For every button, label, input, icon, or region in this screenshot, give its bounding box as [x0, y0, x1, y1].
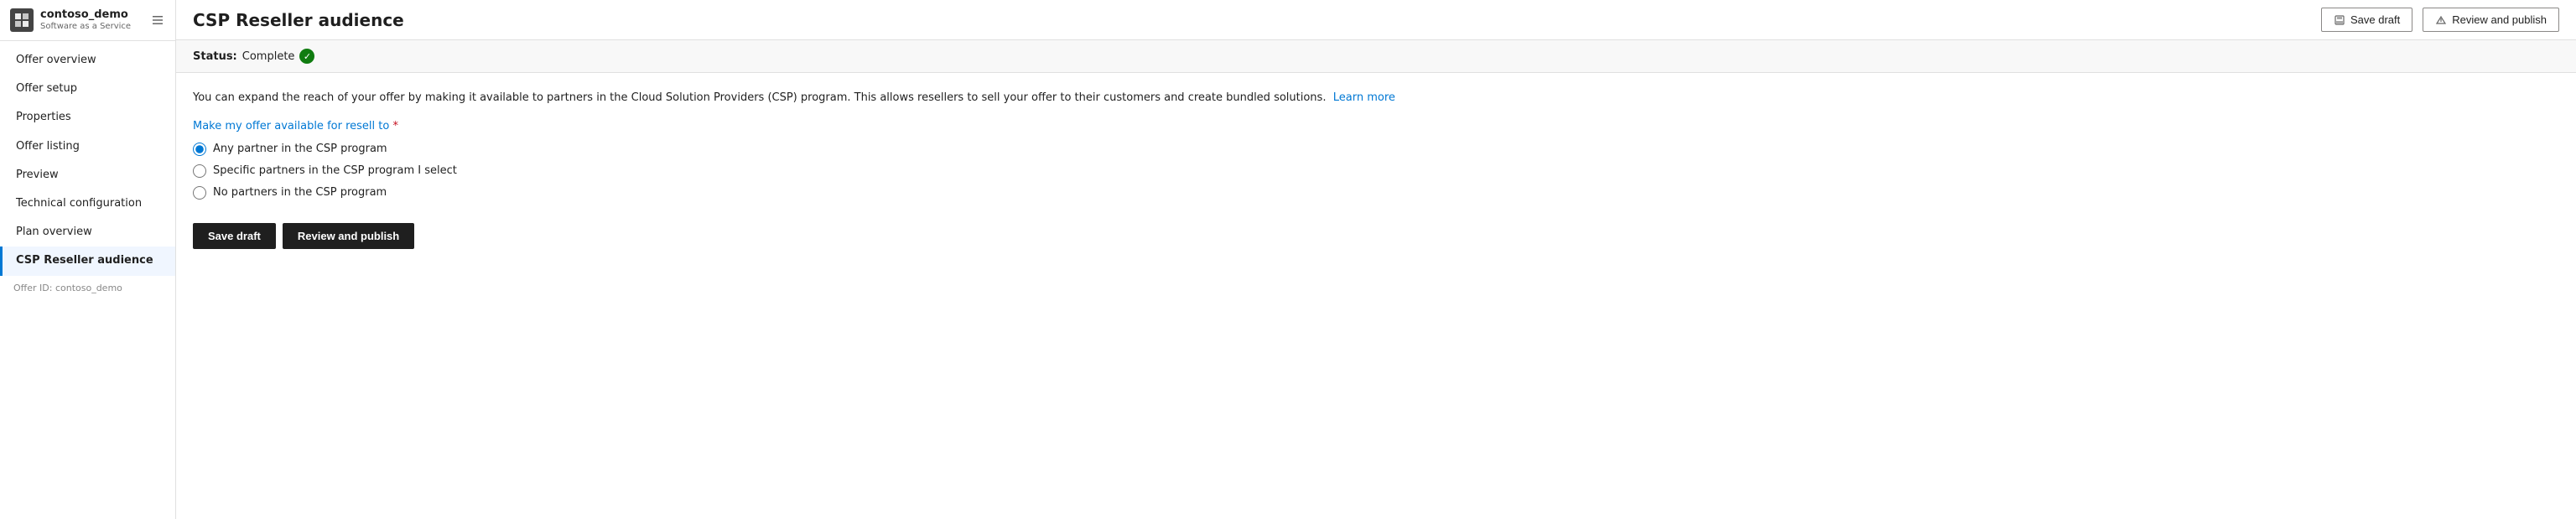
radio-any-partner[interactable] — [193, 143, 206, 156]
topbar: CSP Reseller audience Save draft Review … — [176, 0, 2576, 40]
description-text: You can expand the reach of your offer b… — [193, 90, 2559, 106]
publish-icon — [2435, 14, 2447, 26]
radio-no-partners[interactable] — [193, 186, 206, 200]
sidebar-item-offer-listing[interactable]: Offer listing — [0, 132, 175, 161]
sidebar-item-technical-configuration[interactable]: Technical configuration — [0, 189, 175, 218]
review-publish-button-top[interactable]: Review and publish — [2423, 8, 2559, 32]
radio-option-specific-partners[interactable]: Specific partners in the CSP program I s… — [193, 164, 2559, 178]
sidebar-item-label: Properties — [16, 111, 71, 123]
action-buttons: Save draft Review and publish — [193, 223, 2559, 249]
radio-no-partners-label: No partners in the CSP program — [213, 186, 387, 199]
sidebar-item-offer-setup[interactable]: Offer setup — [0, 75, 175, 103]
sidebar-item-label: Offer listing — [16, 140, 80, 153]
status-bar: Status: Complete ✓ — [176, 40, 2576, 73]
sidebar-item-label: Offer overview — [16, 54, 96, 66]
sidebar-item-label: Technical configuration — [16, 197, 142, 210]
app-logo-icon — [10, 8, 34, 32]
save-draft-label-top: Save draft — [2350, 13, 2400, 26]
page-title: CSP Reseller audience — [193, 10, 404, 30]
content-body: You can expand the reach of your offer b… — [176, 73, 2576, 266]
sidebar-item-offer-overview[interactable]: Offer overview — [0, 46, 175, 75]
sidebar-item-plan-overview[interactable]: Plan overview — [0, 218, 175, 247]
radio-group: Any partner in the CSP program Specific … — [193, 143, 2559, 200]
sidebar-header: contoso_demo Software as a Service — [0, 0, 175, 41]
status-check-icon: ✓ — [299, 49, 314, 64]
sidebar-item-label: CSP Reseller audience — [16, 254, 153, 267]
app-name: contoso_demo — [40, 8, 131, 22]
status-label: Status: — [193, 50, 237, 63]
sidebar-item-csp-reseller-audience[interactable]: CSP Reseller audience — [0, 247, 175, 275]
sidebar-nav: Offer overview Offer setup Properties Of… — [0, 41, 175, 519]
resell-label-text: Make my offer available for resell to — [193, 120, 389, 132]
status-value: Complete — [242, 50, 295, 63]
save-icon — [2334, 14, 2345, 26]
required-asterisk: * — [392, 120, 398, 132]
radio-specific-partners-label: Specific partners in the CSP program I s… — [213, 164, 457, 177]
main-content: CSP Reseller audience Save draft Review … — [176, 0, 2576, 519]
radio-any-partner-label: Any partner in the CSP program — [213, 143, 387, 155]
learn-more-link[interactable]: Learn more — [1333, 91, 1395, 104]
sidebar-item-label: Offer setup — [16, 82, 77, 95]
sidebar-collapse-button[interactable] — [150, 13, 165, 28]
resell-label: Make my offer available for resell to * — [193, 120, 2559, 132]
sidebar-item-properties[interactable]: Properties — [0, 103, 175, 132]
review-publish-label-top: Review and publish — [2452, 13, 2547, 26]
topbar-actions: Save draft Review and publish — [2321, 8, 2559, 32]
radio-option-no-partners[interactable]: No partners in the CSP program — [193, 186, 2559, 200]
sidebar-item-label: Preview — [16, 169, 59, 181]
sidebar-offer-id: Offer ID: contoso_demo — [0, 276, 175, 300]
review-publish-button[interactable]: Review and publish — [283, 223, 414, 249]
sidebar: contoso_demo Software as a Service Offer… — [0, 0, 176, 519]
content-area: Status: Complete ✓ You can expand the re… — [176, 40, 2576, 519]
sidebar-item-preview[interactable]: Preview — [0, 161, 175, 189]
radio-specific-partners[interactable] — [193, 164, 206, 178]
description-content: You can expand the reach of your offer b… — [193, 91, 1326, 104]
sidebar-item-label: Plan overview — [16, 226, 92, 238]
save-draft-button-top[interactable]: Save draft — [2321, 8, 2412, 32]
save-draft-button[interactable]: Save draft — [193, 223, 276, 249]
app-subtitle: Software as a Service — [40, 22, 131, 32]
sidebar-header-text: contoso_demo Software as a Service — [40, 8, 131, 32]
radio-option-any-partner[interactable]: Any partner in the CSP program — [193, 143, 2559, 156]
